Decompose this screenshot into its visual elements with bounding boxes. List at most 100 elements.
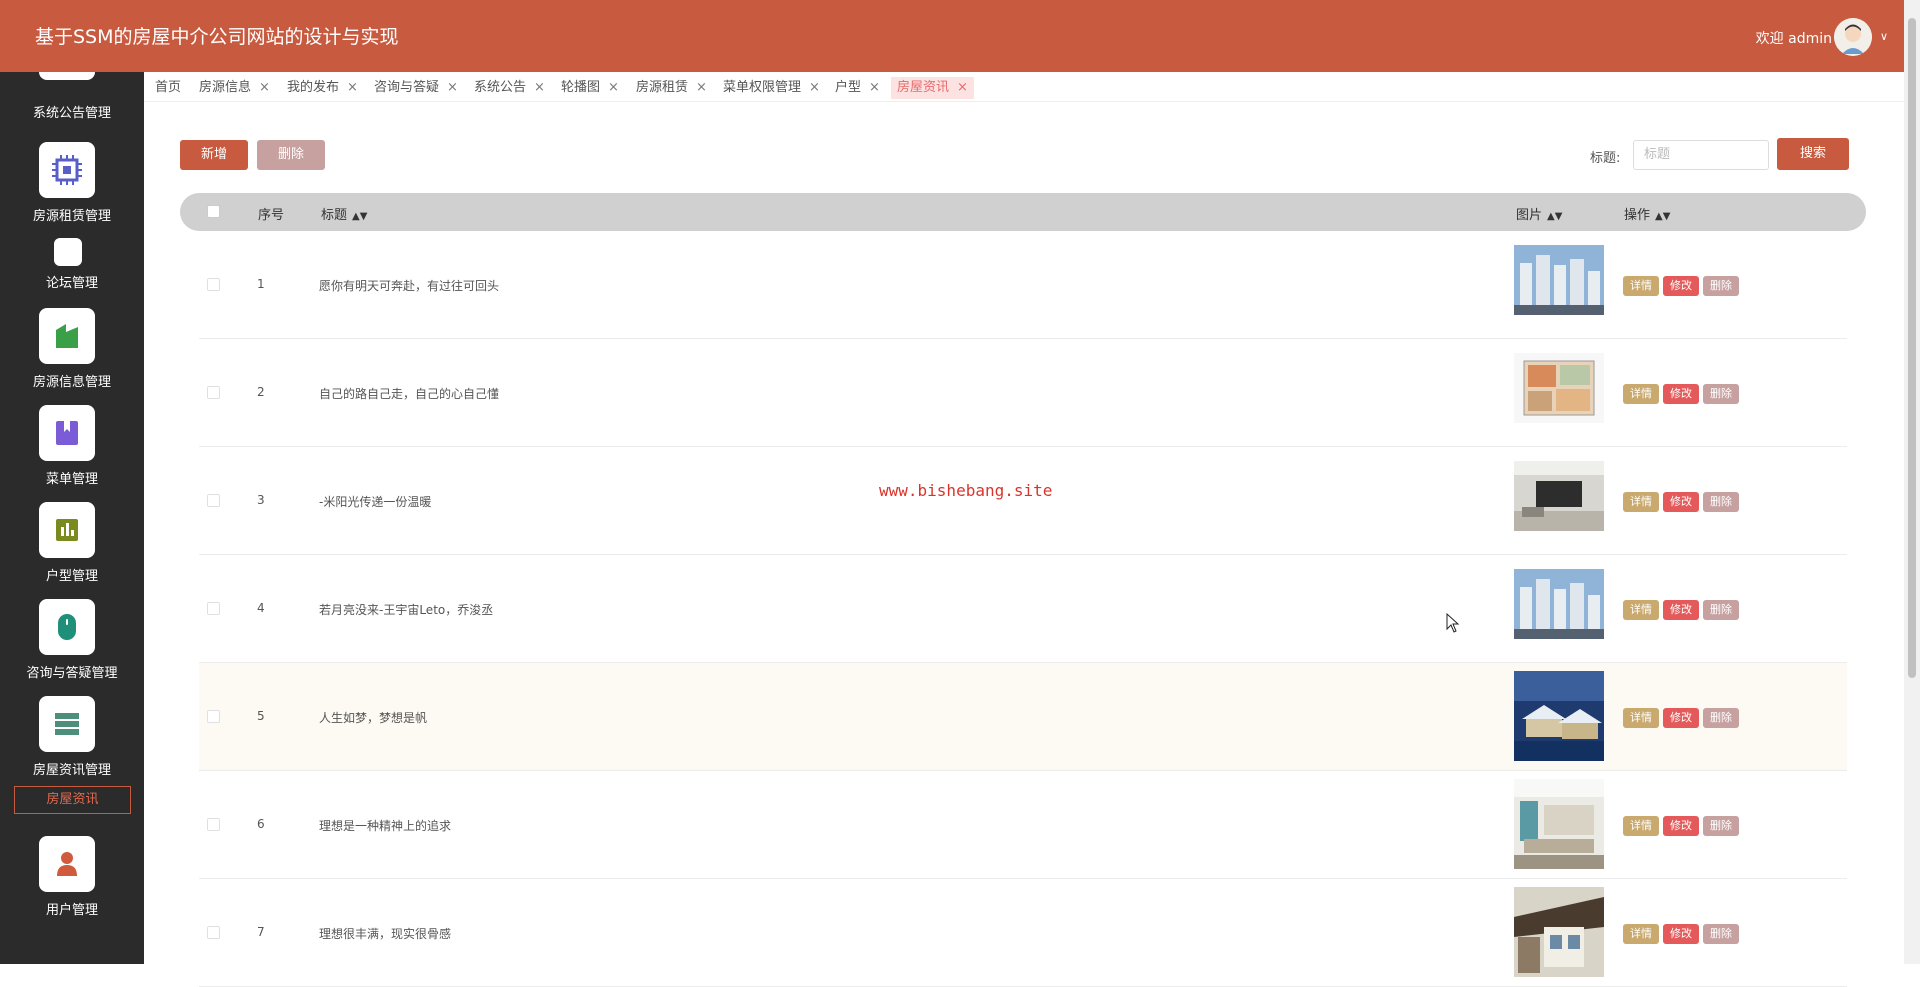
row-title: 理想很丰满，现实很骨感	[319, 927, 452, 941]
tab-label: 轮播图	[561, 80, 601, 95]
row-checkbox[interactable]	[207, 710, 220, 723]
user-icon	[39, 836, 95, 892]
edit-button[interactable]: 修改	[1663, 492, 1699, 512]
col-actions[interactable]: 操作 ▲▼	[1624, 204, 1670, 223]
row-image	[1514, 779, 1604, 869]
detail-button[interactable]: 详情	[1623, 276, 1659, 296]
delete-button[interactable]: 删除	[1703, 708, 1739, 728]
edit-button[interactable]: 修改	[1663, 708, 1699, 728]
sidebar-item-forum-mgmt[interactable]: 论坛管理	[0, 238, 144, 291]
sort-icon[interactable]: ▲▼	[1547, 211, 1562, 222]
sidebar-item-menu-mgmt[interactable]: 菜单管理	[0, 405, 144, 497]
close-icon[interactable]: ×	[809, 80, 820, 95]
tab-rental[interactable]: 房源租赁 ×	[636, 77, 707, 99]
tab-menu-perm[interactable]: 菜单权限管理 ×	[723, 77, 820, 99]
sidebar-item-listing-mgmt[interactable]: 房源信息管理	[0, 308, 144, 400]
edit-button[interactable]: 修改	[1663, 600, 1699, 620]
tab-carousel[interactable]: 轮播图 ×	[561, 77, 619, 99]
tab-house-news[interactable]: 房屋资讯 ×	[891, 77, 974, 99]
row-checkbox[interactable]	[207, 818, 220, 831]
edit-button[interactable]: 修改	[1663, 276, 1699, 296]
sidebar-item-user-mgmt[interactable]: 用户管理	[0, 836, 144, 928]
close-icon[interactable]: ×	[259, 80, 270, 95]
table-row[interactable]: 6 理想是一种精神上的追求 详情 修改 删除	[199, 771, 1847, 879]
row-image	[1514, 569, 1604, 639]
chevron-down-icon[interactable]: ∨	[1880, 30, 1888, 43]
delete-button[interactable]: 删除	[1703, 600, 1739, 620]
tab-my-posts[interactable]: 我的发布 ×	[287, 77, 358, 99]
close-icon[interactable]: ×	[869, 80, 880, 95]
tab-home[interactable]: 首页	[155, 77, 181, 99]
delete-button[interactable]: 删除	[1703, 492, 1739, 512]
row-index: 5	[257, 709, 265, 723]
row-checkbox[interactable]	[207, 926, 220, 939]
building-icon	[39, 308, 95, 364]
delete-button[interactable]: 删除	[1703, 816, 1739, 836]
close-icon[interactable]: ×	[608, 80, 619, 95]
sidebar-item-label: 用户管理	[45, 903, 98, 918]
table-row[interactable]: 3 -米阳光传递一份温暖 详情 修改 删除	[199, 447, 1847, 555]
sidebar-item-notice-mgmt[interactable]: 系统公告管理	[0, 72, 144, 121]
sort-icon[interactable]: ▲▼	[352, 211, 367, 222]
detail-button[interactable]: 详情	[1623, 600, 1659, 620]
sidebar-item-layout-mgmt[interactable]: 户型管理	[0, 502, 144, 594]
page-scrollbar[interactable]	[1904, 0, 1920, 964]
close-icon[interactable]: ×	[696, 80, 707, 95]
notice-icon	[39, 72, 95, 80]
sidebar-item-news-mgmt[interactable]: 房屋资讯管理	[0, 696, 144, 788]
col-image[interactable]: 图片 ▲▼	[1516, 204, 1562, 223]
col-title[interactable]: 标题 ▲▼	[321, 204, 367, 223]
table-row[interactable]: 4 若月亮没来-王宇宙Leto，乔浚丞 详情 修改 删除	[199, 555, 1847, 663]
search-button[interactable]: 搜索	[1777, 138, 1849, 170]
avatar[interactable]	[1834, 18, 1872, 56]
scrollbar-thumb[interactable]	[1908, 18, 1916, 678]
tab-label: 户型	[835, 80, 862, 95]
table-row[interactable]: 1 愿你有明天可奔赴，有过往可回头 详情 修改 删除	[199, 231, 1847, 339]
close-icon[interactable]: ×	[957, 80, 968, 95]
tab-label: 我的发布	[287, 80, 340, 95]
row-checkbox[interactable]	[207, 494, 220, 507]
tab-label: 房源租赁	[636, 80, 689, 95]
close-icon[interactable]: ×	[447, 80, 458, 95]
detail-button[interactable]: 详情	[1623, 816, 1659, 836]
row-checkbox[interactable]	[207, 602, 220, 615]
sidebar-subitem-news[interactable]: 房屋资讯	[14, 786, 131, 814]
sidebar-item-consult-mgmt[interactable]: 咨询与答疑管理	[0, 599, 144, 691]
detail-button[interactable]: 详情	[1623, 924, 1659, 944]
tab-label: 房源信息	[199, 80, 252, 95]
tab-label: 咨询与答疑	[374, 80, 440, 95]
sidebar-item-label: 房屋资讯管理	[32, 763, 111, 778]
row-actions: 详情 修改 删除	[1623, 814, 1743, 836]
edit-button[interactable]: 修改	[1663, 384, 1699, 404]
detail-button[interactable]: 详情	[1623, 708, 1659, 728]
table-row[interactable]: 5 人生如梦，梦想是帆 详情 修改 删除	[199, 663, 1847, 771]
add-button[interactable]: 新增	[180, 140, 248, 170]
tab-notice[interactable]: 系统公告 ×	[474, 77, 545, 99]
row-index: 3	[257, 493, 265, 507]
tab-consult[interactable]: 咨询与答疑 ×	[374, 77, 458, 99]
close-icon[interactable]: ×	[347, 80, 358, 95]
search-input[interactable]: 标题	[1633, 140, 1769, 170]
detail-button[interactable]: 详情	[1623, 492, 1659, 512]
table-row[interactable]: 7 理想很丰满，现实很骨感 详情 修改 删除	[199, 879, 1847, 987]
delete-button[interactable]: 删除	[1703, 276, 1739, 296]
forum-icon	[54, 238, 82, 266]
delete-button[interactable]: 删除	[1703, 924, 1739, 944]
row-checkbox[interactable]	[207, 386, 220, 399]
row-title: 自己的路自己走，自己的心自己懂	[319, 387, 500, 401]
col-index: 序号	[258, 208, 285, 223]
edit-button[interactable]: 修改	[1663, 924, 1699, 944]
tab-layout[interactable]: 户型 ×	[835, 77, 880, 99]
tab-listing-info[interactable]: 房源信息 ×	[199, 77, 270, 99]
row-checkbox[interactable]	[207, 278, 220, 291]
batch-delete-button[interactable]: 删除	[257, 140, 325, 170]
close-icon[interactable]: ×	[534, 80, 545, 95]
select-all-checkbox[interactable]	[207, 205, 220, 218]
table-row[interactable]: 2 自己的路自己走，自己的心自己懂 详情 修改 删除	[199, 339, 1847, 447]
sidebar-item-rental-mgmt[interactable]: 房源租赁管理	[0, 142, 144, 234]
detail-button[interactable]: 详情	[1623, 384, 1659, 404]
sort-icon[interactable]: ▲▼	[1655, 211, 1670, 222]
edit-button[interactable]: 修改	[1663, 816, 1699, 836]
delete-button[interactable]: 删除	[1703, 384, 1739, 404]
sidebar: 系统公告管理 房源租赁管理 论坛管理 房源信息管理 菜单管理 户型管理 咨询与答…	[0, 72, 144, 964]
